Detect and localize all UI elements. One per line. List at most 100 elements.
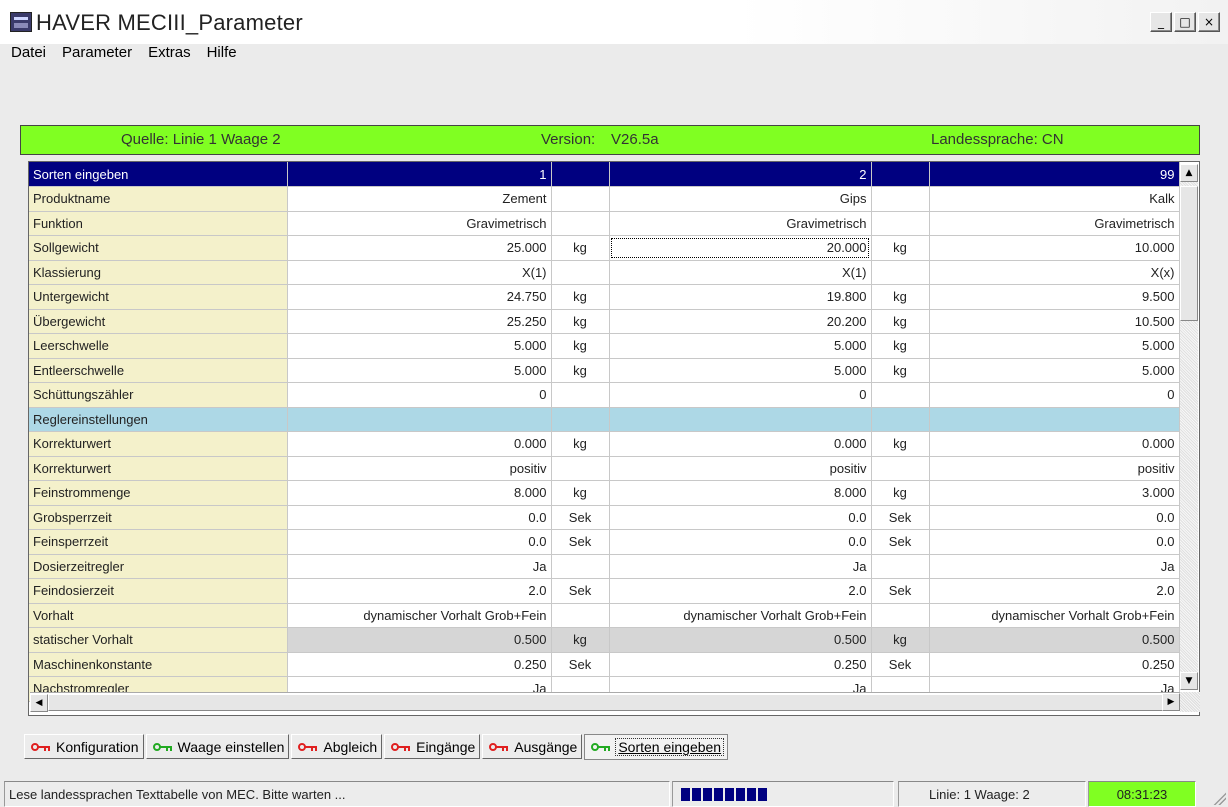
value-cell-3[interactable]: 0.000 bbox=[929, 431, 1180, 457]
table-row: Funktion Gravimetrisch Gravimetrisch Gravim… bbox=[29, 211, 1180, 236]
vertical-scrollbar[interactable]: ▲ ▼ bbox=[1180, 164, 1198, 690]
value-cell-3[interactable]: 5.000 bbox=[929, 333, 1180, 359]
scroll-up-icon[interactable]: ▲ bbox=[1180, 164, 1198, 182]
value-cell-2[interactable]: 20.000 bbox=[609, 235, 872, 261]
value-cell-3[interactable]: 10.000 bbox=[929, 235, 1180, 261]
value-cell-1[interactable]: 0.000 bbox=[287, 431, 552, 457]
value-cell-1[interactable]: 24.750 bbox=[287, 284, 552, 310]
value-cell-1[interactable]: Ja bbox=[287, 554, 552, 579]
value-cell-3[interactable]: 0.0 bbox=[929, 529, 1180, 555]
key-icon bbox=[152, 742, 173, 752]
value-cell-3[interactable]: 0.0 bbox=[929, 505, 1180, 530]
unit-cell-1 bbox=[551, 456, 610, 481]
value-cell-3[interactable]: 0.250 bbox=[929, 652, 1180, 677]
value-cell-3[interactable]: 2.0 bbox=[929, 578, 1180, 604]
value-cell-3[interactable]: dynamischer Vorhalt Grob+Fein bbox=[929, 603, 1180, 628]
value-cell-2[interactable]: 0.0 bbox=[609, 505, 872, 530]
value-cell-1[interactable]: X(1) bbox=[287, 260, 552, 285]
tab-ausgänge[interactable]: Ausgänge bbox=[482, 734, 583, 759]
column-header-3[interactable]: 99 bbox=[929, 162, 1180, 187]
value-cell-3[interactable]: 5.000 bbox=[929, 358, 1180, 383]
value-cell-2[interactable]: 5.000 bbox=[609, 333, 872, 359]
value-cell-2[interactable]: positiv bbox=[609, 456, 872, 481]
column-header-2[interactable]: 2 bbox=[609, 162, 872, 187]
value-cell-1[interactable]: positiv bbox=[287, 456, 552, 481]
value-cell-3[interactable]: 10.500 bbox=[929, 309, 1180, 334]
menu-datei[interactable]: Datei bbox=[10, 44, 47, 66]
tab-sorten-eingeben[interactable]: Sorten eingeben bbox=[584, 734, 729, 760]
value-cell-2[interactable]: Ja bbox=[609, 554, 872, 579]
value-cell-3[interactable]: positiv bbox=[929, 456, 1180, 481]
tab-abgleich[interactable]: Abgleich bbox=[291, 734, 383, 759]
value-cell-3[interactable] bbox=[929, 407, 1180, 432]
value-cell-1[interactable]: 0.500 bbox=[287, 627, 552, 653]
tab-waage-einstellen[interactable]: Waage einstellen bbox=[145, 734, 290, 759]
menu-hilfe[interactable]: Hilfe bbox=[206, 44, 238, 66]
value-cell-2[interactable]: 0.250 bbox=[609, 652, 872, 677]
table-row: Entleerschwelle 5.000 kg 5.000 kg 5.000 bbox=[29, 358, 1180, 383]
tab-eingänge[interactable]: Eingänge bbox=[384, 734, 481, 759]
app-icon[interactable] bbox=[10, 12, 32, 32]
value-cell-3[interactable]: 0 bbox=[929, 382, 1180, 408]
maximize-button[interactable]: □ bbox=[1174, 12, 1196, 32]
status-message: Lese landessprachen Texttabelle von MEC.… bbox=[4, 781, 670, 807]
minimize-button[interactable]: _ bbox=[1150, 12, 1172, 32]
value-cell-2[interactable]: 0.500 bbox=[609, 627, 872, 653]
horizontal-scrollbar[interactable]: ◀ bbox=[30, 692, 1180, 712]
value-cell-3[interactable]: Kalk bbox=[929, 186, 1180, 212]
value-cell-2[interactable]: 2.0 bbox=[609, 578, 872, 604]
value-cell-1[interactable]: 25.250 bbox=[287, 309, 552, 334]
scroll-down-icon[interactable]: ▼ bbox=[1180, 672, 1198, 690]
vertical-scroll-thumb[interactable] bbox=[1180, 186, 1198, 321]
value-cell-1[interactable]: 0.250 bbox=[287, 652, 552, 677]
menu-parameter[interactable]: Parameter bbox=[61, 44, 133, 66]
row-label: Maschinenkonstante bbox=[29, 652, 288, 677]
value-cell-2[interactable] bbox=[609, 407, 872, 432]
value-cell-2[interactable]: X(1) bbox=[609, 260, 872, 285]
value-cell-3[interactable]: Ja bbox=[929, 554, 1180, 579]
row-label: Feinstrommenge bbox=[29, 480, 288, 506]
value-cell-1[interactable]: Zement bbox=[287, 186, 552, 212]
value-cell-3[interactable]: Gravimetrisch bbox=[929, 211, 1180, 236]
value-cell-1[interactable]: dynamischer Vorhalt Grob+Fein bbox=[287, 603, 552, 628]
scroll-left-icon[interactable]: ◀ bbox=[30, 694, 48, 712]
table-row: Sollgewicht 25.000 kg 20.000 kg 10.000 bbox=[29, 235, 1180, 261]
value-cell-3[interactable]: 3.000 bbox=[929, 480, 1180, 506]
close-button[interactable]: × bbox=[1198, 12, 1220, 32]
value-cell-1[interactable]: 5.000 bbox=[287, 358, 552, 383]
value-cell-1[interactable]: 25.000 bbox=[287, 235, 552, 261]
tab-konfiguration[interactable]: Konfiguration bbox=[24, 734, 144, 759]
value-cell-2[interactable]: dynamischer Vorhalt Grob+Fein bbox=[609, 603, 872, 628]
value-cell-2[interactable]: Gips bbox=[609, 186, 872, 212]
value-cell-1[interactable]: 0.0 bbox=[287, 529, 552, 555]
value-cell-2[interactable]: 8.000 bbox=[609, 480, 872, 506]
column-header-1[interactable]: 1 bbox=[287, 162, 552, 187]
title-bar[interactable]: HAVER MECIII_Parameter _ □ × bbox=[0, 0, 1228, 44]
horizontal-scroll-thumb[interactable] bbox=[48, 694, 1176, 711]
scroll-right-icon[interactable]: ▶ bbox=[1162, 693, 1180, 711]
menu-extras[interactable]: Extras bbox=[147, 44, 192, 66]
resize-grip-icon[interactable] bbox=[1212, 791, 1226, 805]
value-cell-3[interactable]: X(x) bbox=[929, 260, 1180, 285]
value-cell-1[interactable]: 2.0 bbox=[287, 578, 552, 604]
value-cell-1[interactable]: 5.000 bbox=[287, 333, 552, 359]
value-cell-3[interactable]: 9.500 bbox=[929, 284, 1180, 310]
value-cell-2[interactable]: Gravimetrisch bbox=[609, 211, 872, 236]
value-cell-2[interactable]: 0.000 bbox=[609, 431, 872, 457]
status-bar: Lese landessprachen Texttabelle von MEC.… bbox=[0, 781, 1228, 807]
parameter-grid[interactable]: Sorten eingeben 1 2 99 Produktname Zement… bbox=[28, 161, 1200, 716]
value-cell-3[interactable]: 0.500 bbox=[929, 627, 1180, 653]
unit-cell-2 bbox=[871, 554, 930, 579]
value-cell-2[interactable]: 20.200 bbox=[609, 309, 872, 334]
unit-cell-2 bbox=[871, 186, 930, 212]
value-cell-1[interactable]: 8.000 bbox=[287, 480, 552, 506]
value-cell-1[interactable]: 0.0 bbox=[287, 505, 552, 530]
value-cell-1[interactable]: Gravimetrisch bbox=[287, 211, 552, 236]
value-cell-2[interactable]: 5.000 bbox=[609, 358, 872, 383]
value-cell-2[interactable]: 19.800 bbox=[609, 284, 872, 310]
value-cell-1[interactable] bbox=[287, 407, 552, 432]
progress-block bbox=[725, 788, 734, 801]
value-cell-2[interactable]: 0 bbox=[609, 382, 872, 408]
value-cell-2[interactable]: 0.0 bbox=[609, 529, 872, 555]
value-cell-1[interactable]: 0 bbox=[287, 382, 552, 408]
